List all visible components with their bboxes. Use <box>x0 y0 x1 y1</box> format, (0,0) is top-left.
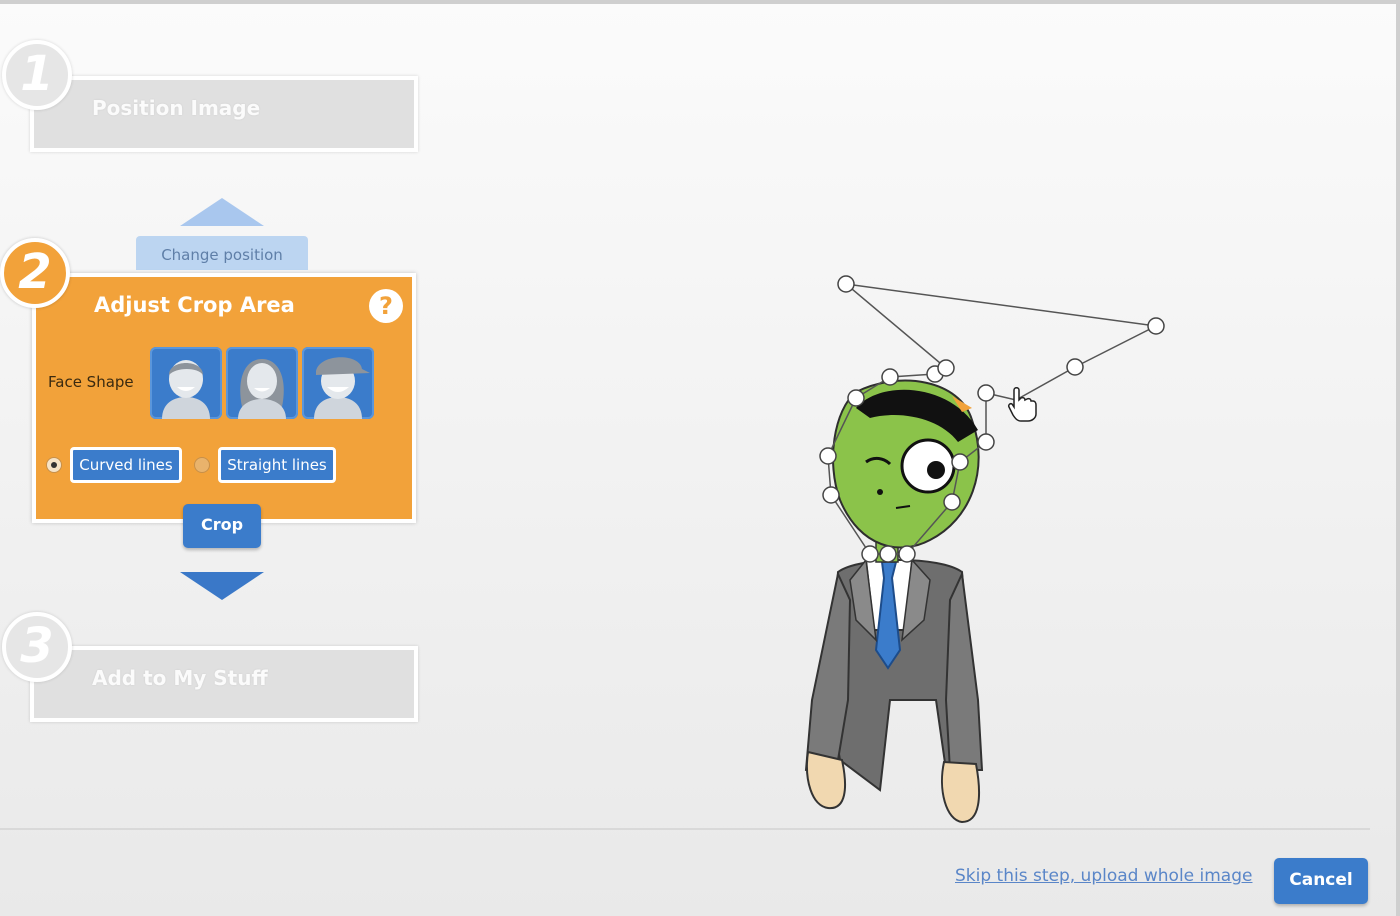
crop-handle[interactable] <box>881 368 899 386</box>
crop-handle[interactable] <box>977 384 995 402</box>
cancel-button[interactable]: Cancel <box>1274 858 1368 904</box>
crop-handle[interactable] <box>898 545 916 563</box>
character-body <box>804 539 984 824</box>
crop-handle[interactable] <box>977 433 995 451</box>
crop-handle[interactable] <box>861 545 879 563</box>
crop-handle[interactable] <box>937 359 955 377</box>
crop-handle[interactable] <box>847 389 865 407</box>
crop-handle[interactable] <box>879 545 897 563</box>
footer-divider <box>0 828 1370 830</box>
crop-handle[interactable] <box>837 275 855 293</box>
crop-handle[interactable] <box>1147 317 1165 335</box>
crop-canvas[interactable] <box>0 0 1400 916</box>
crop-handle[interactable] <box>819 447 837 465</box>
crop-handle[interactable] <box>943 493 961 511</box>
crop-handle[interactable] <box>822 486 840 504</box>
crop-handle[interactable] <box>951 453 969 471</box>
crop-handle[interactable] <box>1066 358 1084 376</box>
hand-cursor-icon <box>1008 387 1037 422</box>
skip-step-link[interactable]: Skip this step, upload whole image <box>955 866 1252 886</box>
